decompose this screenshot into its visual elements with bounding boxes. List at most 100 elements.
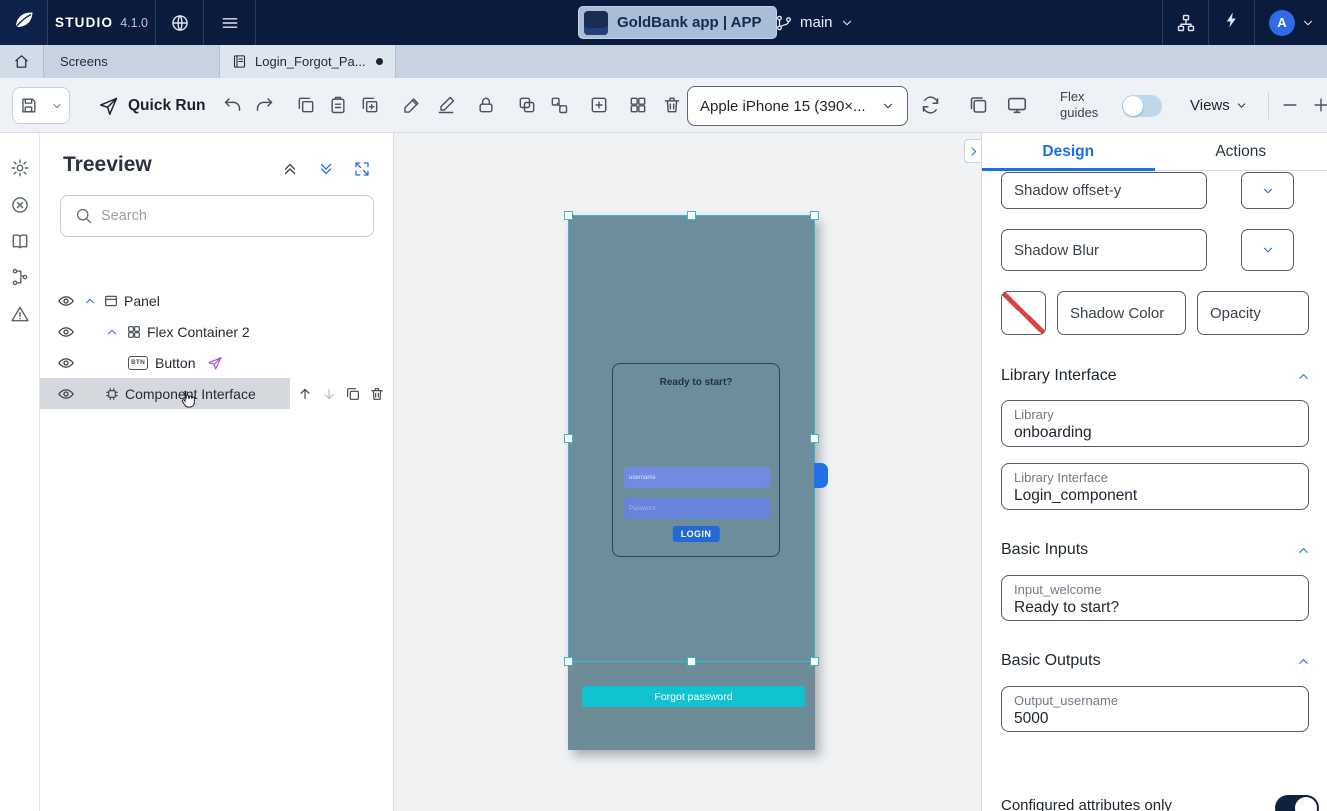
group-button[interactable] <box>517 95 537 115</box>
section-library-interface[interactable]: Library Interface <box>1001 363 1311 389</box>
inspector-collapse-button[interactable] <box>964 139 981 163</box>
search-input[interactable] <box>60 195 374 237</box>
user-menu[interactable]: A <box>1254 0 1327 45</box>
actions-quick-button[interactable] <box>1208 0 1254 45</box>
save-split-button[interactable] <box>12 87 70 124</box>
inspector-footer: Configured attributes only <box>982 793 1327 811</box>
visibility-eye-icon[interactable] <box>57 385 75 403</box>
redo-button[interactable] <box>254 95 275 116</box>
treeview-title: Treeview <box>63 153 152 177</box>
configured-attributes-toggle[interactable] <box>1275 795 1319 811</box>
studio-logo-icon <box>12 8 36 37</box>
lock-button[interactable] <box>476 95 496 115</box>
undo-button[interactable] <box>222 95 243 116</box>
input-welcome-field[interactable]: Input_welcome Ready to start? <box>1001 575 1309 621</box>
org-chart-icon <box>1176 13 1196 33</box>
duplicate-button[interactable] <box>360 95 380 115</box>
topbar-right: A <box>1162 0 1327 45</box>
expand-panel-icon[interactable] <box>353 160 371 178</box>
flex-guides-toggle[interactable] <box>1122 95 1162 117</box>
warning-icon[interactable] <box>10 304 30 324</box>
drag-handle[interactable] <box>814 463 828 488</box>
tab-design[interactable]: Design <box>982 133 1155 170</box>
duplicate-node-icon[interactable] <box>345 386 361 402</box>
device-selector[interactable]: Apple iPhone 15 (390×... <box>687 86 908 126</box>
add-container-button[interactable] <box>589 95 609 115</box>
username-input[interactable]: username <box>624 467 770 488</box>
design-canvas[interactable]: Ready to start? username Password LOGIN … <box>394 133 981 811</box>
shadow-offset-y-field[interactable]: Shadow offset-y <box>1001 172 1207 209</box>
tab-screens[interactable]: Screens <box>44 45 220 78</box>
prefab-icon[interactable] <box>10 195 30 215</box>
screen-file-icon <box>232 54 247 69</box>
tree-item-label: Button <box>155 355 195 371</box>
output-username-field[interactable]: Output_username 5000 <box>1001 686 1309 732</box>
shadow-color-none-swatch[interactable] <box>1001 291 1046 335</box>
tab-active-label: Login_Forgot_Pa... <box>255 54 366 69</box>
compare-screens-button[interactable] <box>968 95 989 116</box>
quick-run-button[interactable]: Quick Run <box>98 78 206 133</box>
welcome-text[interactable]: Ready to start? <box>613 377 779 388</box>
layout-grid-button[interactable] <box>628 95 648 115</box>
tree-row-button[interactable]: BTN Button <box>40 347 393 378</box>
collapse-all-icon[interactable] <box>281 160 299 178</box>
main-menu-button[interactable] <box>204 0 256 45</box>
settings-icon[interactable] <box>10 158 30 178</box>
tab-screens-label: Screens <box>60 54 108 69</box>
tree-row-panel[interactable]: Panel <box>40 285 393 316</box>
app-switcher-chip[interactable]: GoldBank app | APP <box>578 6 777 39</box>
ungroup-button[interactable] <box>549 95 569 115</box>
chevron-up-icon[interactable] <box>83 294 97 308</box>
tree-row-component-interface[interactable]: Component Interface <box>40 378 393 409</box>
zoom-in-button[interactable] <box>1311 95 1327 115</box>
login-card[interactable]: Ready to start? username Password LOGIN <box>612 363 780 557</box>
move-up-icon[interactable] <box>297 386 313 402</box>
style-brush-button[interactable] <box>436 95 456 115</box>
avatar: A <box>1269 10 1295 36</box>
chevron-up-icon[interactable] <box>105 325 119 339</box>
visibility-eye-icon[interactable] <box>57 292 75 310</box>
zoom-out-button[interactable] <box>1280 95 1300 115</box>
shadow-offset-y-unit-dropdown[interactable] <box>1241 172 1294 209</box>
library-interface-field[interactable]: Library Interface Login_component <box>1001 463 1309 510</box>
expand-all-icon[interactable] <box>317 160 335 178</box>
password-input[interactable]: Password <box>624 498 770 519</box>
editor-toolbar: Quick Run Apple iPhone 15 (390×... <box>0 78 1327 133</box>
delete-node-icon[interactable] <box>369 386 385 402</box>
unsaved-indicator <box>376 58 383 65</box>
refresh-canvas-button[interactable] <box>920 95 941 116</box>
phone-screen-mockup[interactable]: Ready to start? username Password LOGIN … <box>568 215 815 750</box>
shadow-blur-unit-dropdown[interactable] <box>1241 229 1294 271</box>
visibility-eye-icon[interactable] <box>57 354 75 372</box>
forgot-password-button[interactable]: Forgot password <box>582 686 805 707</box>
section-basic-inputs[interactable]: Basic Inputs <box>1001 537 1311 563</box>
paste-button[interactable] <box>328 95 348 115</box>
tab-home[interactable] <box>0 45 44 78</box>
locale-button[interactable] <box>156 0 204 45</box>
move-down-icon[interactable] <box>321 386 337 402</box>
tree-row-flex-container[interactable]: Flex Container 2 <box>40 316 393 347</box>
tab-actions[interactable]: Actions <box>1155 133 1327 170</box>
search-icon <box>74 206 93 225</box>
shadow-blur-field[interactable]: Shadow Blur <box>1001 229 1207 271</box>
views-dropdown[interactable]: Views <box>1190 78 1248 133</box>
preview-monitor-button[interactable] <box>1006 94 1028 116</box>
hierarchy-icon[interactable] <box>10 267 30 287</box>
library-icon[interactable] <box>10 231 30 251</box>
branch-selector[interactable]: main <box>775 0 854 45</box>
chevron-down-icon <box>881 99 895 113</box>
login-button[interactable]: LOGIN <box>673 526 720 542</box>
copy-button[interactable] <box>296 95 316 115</box>
library-field[interactable]: Library onboarding <box>1001 400 1309 447</box>
visibility-eye-icon[interactable] <box>57 323 75 341</box>
opacity-field[interactable]: Opacity <box>1197 291 1309 335</box>
brand-name: STUDIO <box>55 15 113 30</box>
tab-login-forgot-page[interactable]: Login_Forgot_Pa... <box>220 45 396 78</box>
section-basic-outputs[interactable]: Basic Outputs <box>1001 648 1311 674</box>
shadow-color-field[interactable]: Shadow Color <box>1057 291 1186 335</box>
forgot-password-section[interactable]: Forgot password <box>568 662 815 750</box>
deploy-pipeline-button[interactable] <box>1162 0 1208 45</box>
delete-button[interactable] <box>662 95 682 115</box>
studio-logo[interactable] <box>0 0 48 45</box>
rename-edit-button[interactable] <box>402 95 422 115</box>
